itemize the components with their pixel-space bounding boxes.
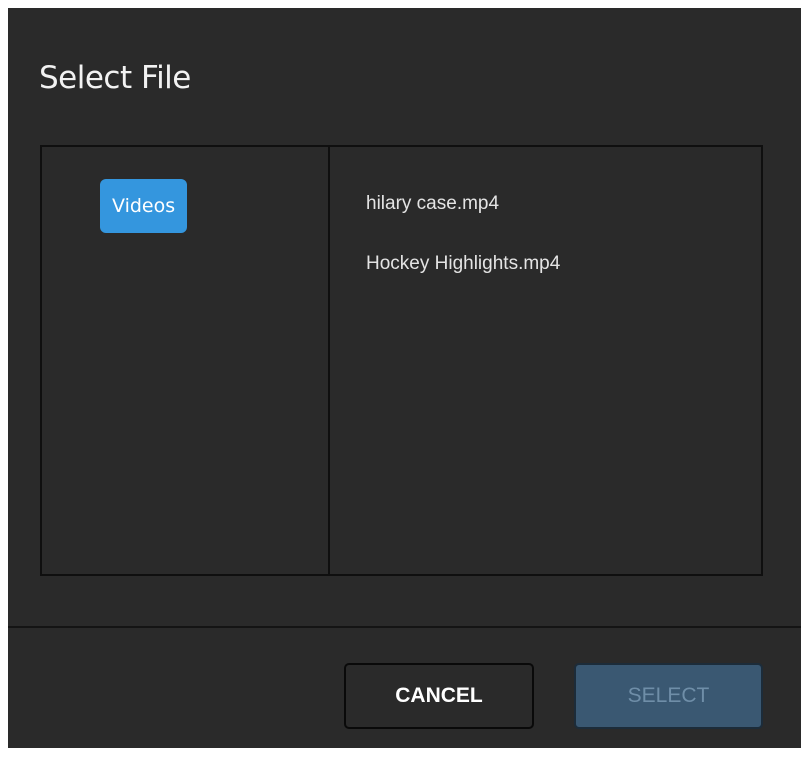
select-file-dialog: Select File Videos hilary case.mp4 Hocke… <box>8 8 801 748</box>
file-item[interactable]: hilary case.mp4 <box>366 193 499 215</box>
file-pane: hilary case.mp4 Hockey Highlights.mp4 <box>330 147 761 574</box>
folder-item-videos[interactable]: Videos <box>100 179 188 233</box>
footer-divider <box>8 626 801 628</box>
file-browser: Videos hilary case.mp4 Hockey Highlights… <box>40 145 763 576</box>
folder-pane: Videos <box>42 147 330 574</box>
dialog-title: Select File <box>39 60 191 96</box>
file-item[interactable]: Hockey Highlights.mp4 <box>366 253 560 275</box>
select-button[interactable]: SELECT <box>574 663 763 729</box>
cancel-button[interactable]: CANCEL <box>344 663 534 729</box>
